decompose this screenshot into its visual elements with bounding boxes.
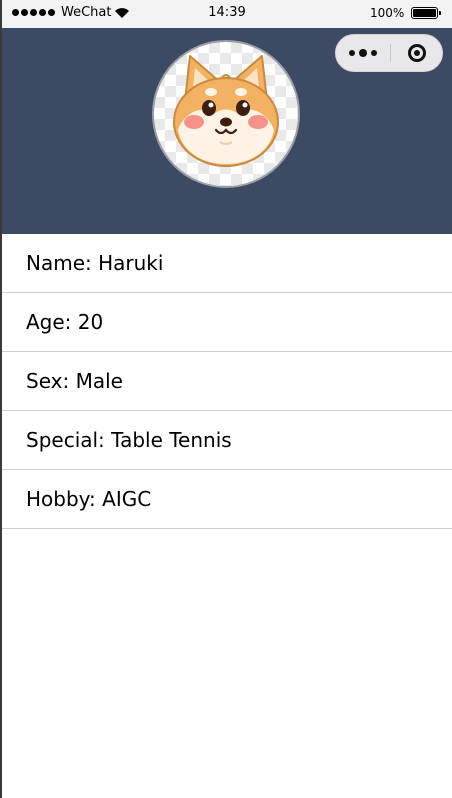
profile-name-row: Name: Haruki: [2, 234, 452, 293]
avatar[interactable]: [152, 40, 300, 188]
more-dots-icon[interactable]: [336, 35, 390, 71]
battery-percentage: 100%: [370, 6, 405, 20]
miniprogram-capsule: [335, 34, 443, 72]
profile-sex-row: Sex: Male: [2, 352, 452, 411]
battery-fill: [413, 9, 436, 17]
status-bar: WeChat 14:39 100%: [2, 0, 452, 28]
close-miniprogram-icon[interactable]: [391, 35, 443, 71]
app-screen: WeChat 14:39 100% Name: Haruki Age: 20 S…: [2, 0, 452, 798]
shiba-dog-avatar: [173, 55, 279, 167]
profile-age-row: Age: 20: [2, 293, 452, 352]
profile-special-row: Special: Table Tennis: [2, 411, 452, 470]
profile-header: WeChat 14:39 100%: [2, 0, 452, 234]
profile-info-list: Name: Haruki Age: 20 Sex: Male Special: …: [2, 234, 452, 529]
battery-icon: [411, 7, 441, 19]
profile-hobby-row: Hobby: AIGC: [2, 470, 452, 529]
